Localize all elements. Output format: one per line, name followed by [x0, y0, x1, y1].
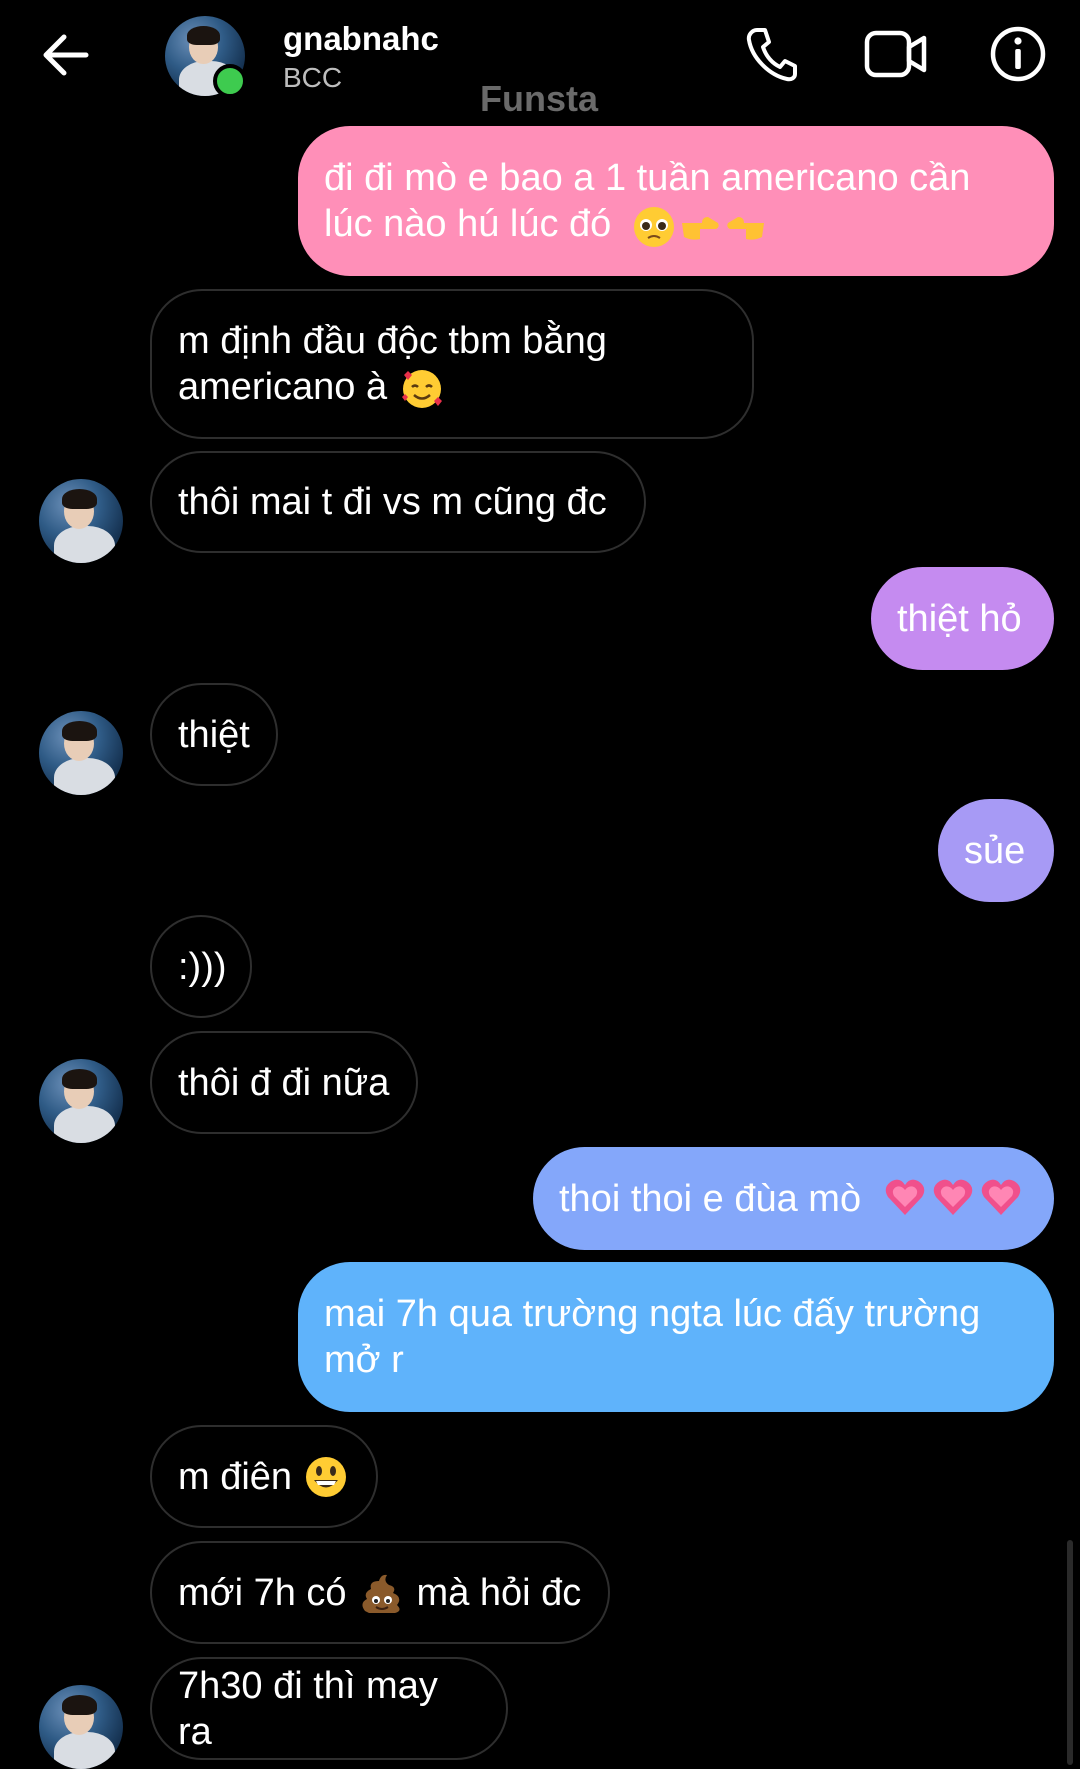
- scrollbar[interactable]: [1067, 1540, 1073, 1765]
- message-text: thoi thoi e đùa mò: [559, 1177, 862, 1220]
- pointing-right-icon: [682, 217, 719, 240]
- message-bubble-received[interactable]: m điên: [150, 1425, 378, 1528]
- message-bubble-received[interactable]: m định đầu độc tbm bằng americano à: [150, 289, 754, 439]
- chat-username[interactable]: gnabnahc: [283, 20, 439, 58]
- message-bubble-received[interactable]: thôi mai t đi vs m cũng đc: [150, 451, 646, 553]
- sender-avatar[interactable]: [39, 479, 123, 563]
- phone-icon[interactable]: [745, 26, 797, 82]
- grinning-face-icon: [306, 1456, 347, 1497]
- message-text: 7h30 đi thì may ra: [178, 1664, 449, 1753]
- message-text: m điên: [178, 1455, 293, 1498]
- message-bubble-received[interactable]: 7h30 đi thì may ra: [150, 1657, 508, 1760]
- message-text: mới 7h có: [178, 1571, 347, 1614]
- message-bubble-sent[interactable]: sủe: [938, 799, 1054, 902]
- message-bubble-received[interactable]: thôi đ đi nữa: [150, 1031, 418, 1134]
- message-text: :))): [178, 945, 227, 988]
- info-icon[interactable]: [989, 25, 1047, 83]
- funsta-label: Funsta: [480, 78, 599, 119]
- message-text: m định đầu độc tbm bằng americano à: [178, 320, 607, 408]
- poop-icon: [361, 1574, 400, 1613]
- video-icon[interactable]: [864, 30, 928, 78]
- pointing-left-icon: [727, 217, 764, 240]
- online-status-dot: [213, 64, 247, 98]
- back-arrow-icon[interactable]: [40, 32, 90, 78]
- message-bubble-sent[interactable]: đi đi mò e bao a 1 tuần americano cần lú…: [298, 126, 1054, 276]
- pleading-face-icon: [634, 207, 674, 247]
- message-bubble-sent[interactable]: thiệt hỏ: [871, 567, 1054, 670]
- message-text: thôi đ đi nữa: [178, 1061, 390, 1104]
- sender-avatar[interactable]: [39, 1059, 123, 1143]
- message-bubble-received[interactable]: :))): [150, 915, 252, 1018]
- message-text: thôi mai t đi vs m cũng đc: [178, 481, 607, 523]
- smiling-hearts-face-icon: [402, 370, 442, 408]
- growing-heart-icon: [933, 1179, 973, 1215]
- message-text: mai 7h qua trường ngta lúc đấy trường mở…: [324, 1293, 981, 1381]
- message-bubble-sent[interactable]: mai 7h qua trường ngta lúc đấy trường mở…: [298, 1262, 1054, 1412]
- message-emojis: [632, 205, 768, 251]
- message-text: sủe: [964, 829, 1026, 872]
- message-text: thiệt: [178, 713, 250, 756]
- growing-heart-icon: [981, 1179, 1021, 1215]
- chat-subtitle: BCC: [283, 62, 343, 93]
- message-bubble-received[interactable]: thiệt: [150, 683, 278, 786]
- growing-heart-icon: [885, 1179, 925, 1215]
- message-emojis: [884, 1177, 1022, 1217]
- sender-avatar[interactable]: [39, 711, 123, 795]
- sender-avatar[interactable]: [39, 1685, 123, 1769]
- message-bubble-received[interactable]: mới 7h có mà hỏi đc: [150, 1541, 610, 1644]
- message-text-after: mà hỏi đc: [416, 1571, 582, 1614]
- message-text: thiệt hỏ: [897, 597, 1022, 640]
